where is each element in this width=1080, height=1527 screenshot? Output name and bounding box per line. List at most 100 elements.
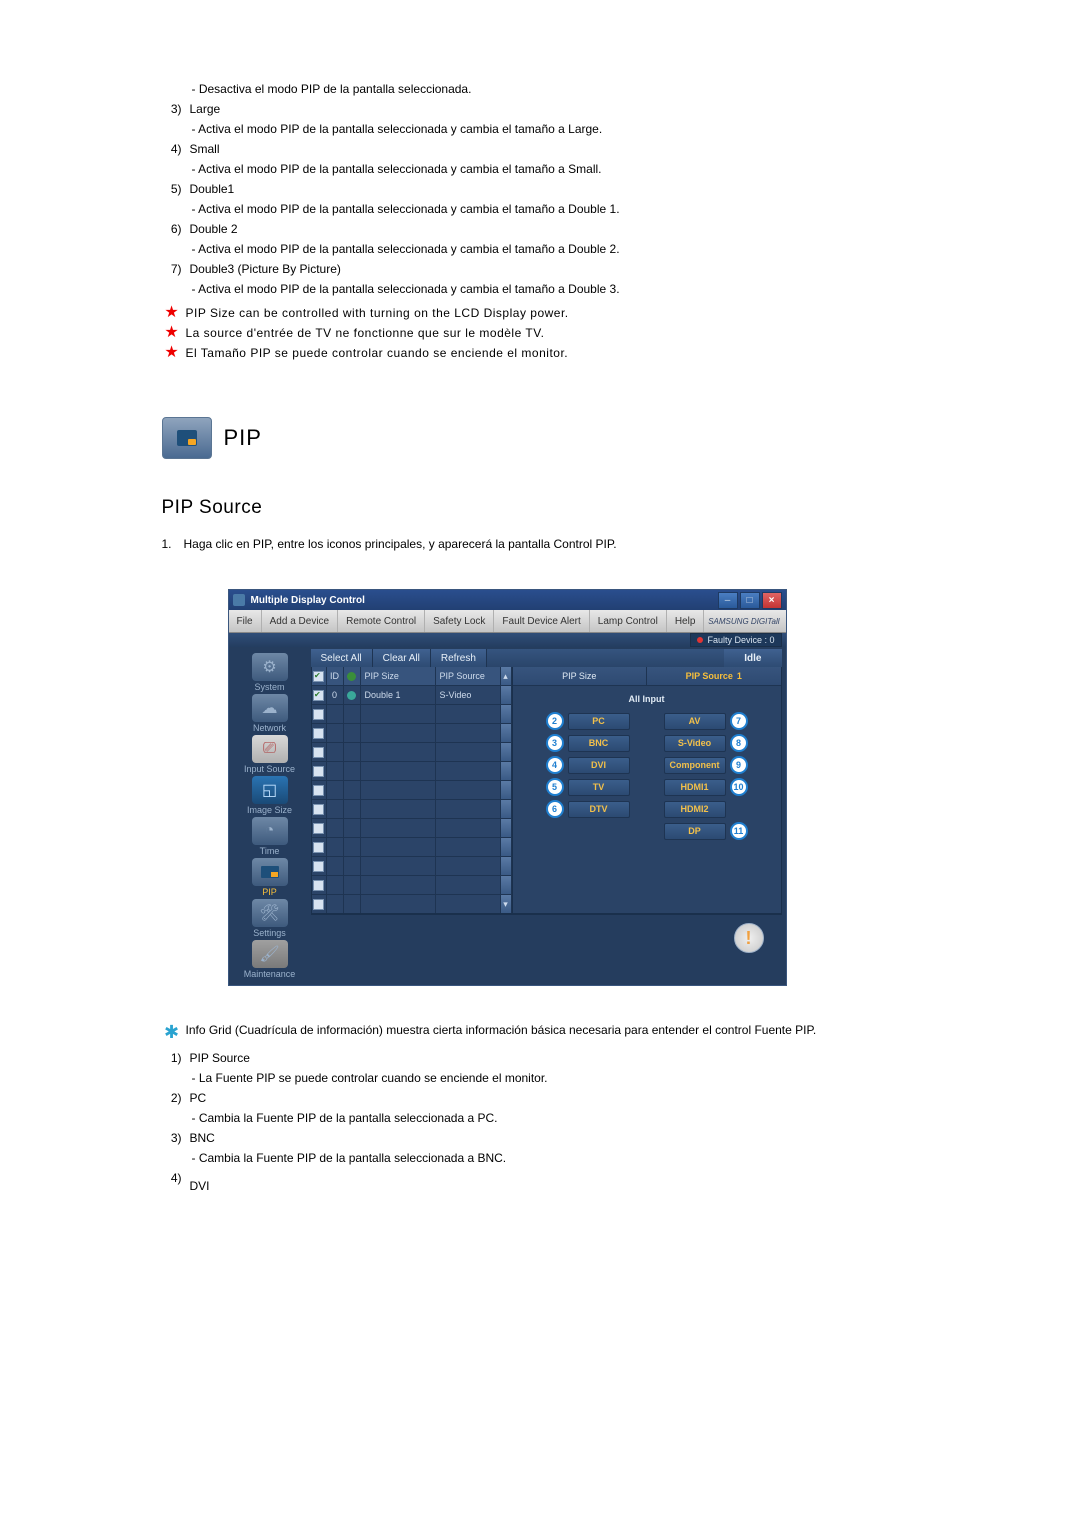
panel-header-pip-size: PIP Size <box>513 667 648 685</box>
refresh-button[interactable]: Refresh <box>431 649 487 667</box>
menu-safety-lock[interactable]: Safety Lock <box>425 610 494 632</box>
scrollbar[interactable] <box>501 686 512 704</box>
menu-add-device[interactable]: Add a Device <box>262 610 338 632</box>
component-button[interactable]: Component <box>664 757 726 774</box>
list-item: 5)Double1 <box>162 180 919 198</box>
menu-file[interactable]: File <box>229 610 262 632</box>
row-checkbox[interactable] <box>313 880 324 891</box>
intro-paragraph: 1. Haga clic en PIP, entre los iconos pr… <box>162 535 919 553</box>
brand-label: SAMSUNG DIGITall <box>708 617 785 626</box>
row-checkbox[interactable] <box>313 728 324 739</box>
pip-source-heading: PIP Source <box>162 497 919 519</box>
bnc-button[interactable]: BNC <box>568 735 630 752</box>
item-desc: - Activa el modo PIP de la pantalla sele… <box>162 200 919 218</box>
callout-badge: 1 <box>737 671 742 681</box>
cell-pip-size: Double 1 <box>361 686 436 704</box>
sidebar-item-settings[interactable]: 🛠Settings <box>235 899 305 938</box>
status-dot-icon <box>697 637 703 643</box>
panel-header-pip-source: PIP Source 1 <box>647 667 781 685</box>
callout-badge: 11 <box>730 822 748 840</box>
list-item: 2)PC <box>162 1089 919 1107</box>
list-item: 3)Large <box>162 100 919 118</box>
callout-badge: 3 <box>546 734 564 752</box>
item-desc: - Cambia la Fuente PIP de la pantalla se… <box>162 1149 919 1167</box>
callout-badge: 7 <box>730 712 748 730</box>
menu-remote-control[interactable]: Remote Control <box>338 610 425 632</box>
dvi-button[interactable]: DVI <box>568 757 630 774</box>
info-note: ✱ Info Grid (Cuadrícula de información) … <box>162 1022 919 1043</box>
callout-badge: 5 <box>546 778 564 796</box>
list-item: 1)PIP Source <box>162 1049 919 1067</box>
dtv-button[interactable]: DTV <box>568 801 630 818</box>
sidebar-item-system[interactable]: ⚙System <box>235 653 305 692</box>
list-item: 4)Small <box>162 140 919 158</box>
star-icon: ✱ <box>162 1022 186 1043</box>
item-desc: - Desactiva el modo PIP de la pantalla s… <box>162 80 919 98</box>
sidebar-item-maintenance[interactable]: 🖌Maintenance <box>235 940 305 979</box>
note: ★ La source d'entrée de TV ne fonctionne… <box>162 324 919 342</box>
col-pip-size: PIP Size <box>361 667 436 685</box>
item-desc: - La Fuente PIP se puede controlar cuand… <box>162 1069 919 1087</box>
callout-badge: 10 <box>730 778 748 796</box>
alert-icon: ! <box>734 923 764 953</box>
list-item: 4)DVI <box>162 1169 919 1195</box>
item-desc: - Activa el modo PIP de la pantalla sele… <box>162 280 919 298</box>
app-icon <box>233 594 245 606</box>
list-item: 7)Double3 (Picture By Picture) <box>162 260 919 278</box>
titlebar: Multiple Display Control – □ × <box>229 590 786 610</box>
row-checkbox[interactable] <box>313 785 324 796</box>
callout-badge: 9 <box>730 756 748 774</box>
clear-all-button[interactable]: Clear All <box>373 649 431 667</box>
row-checkbox[interactable] <box>313 690 324 701</box>
sidebar-item-image-size[interactable]: ◱Image Size <box>235 776 305 815</box>
svideo-button[interactable]: S-Video <box>664 735 726 752</box>
hdmi2-button[interactable]: HDMI2 <box>664 801 726 818</box>
cell-id: 0 <box>327 686 344 704</box>
minimize-button[interactable]: – <box>718 592 738 609</box>
menubar: File Add a Device Remote Control Safety … <box>229 610 786 633</box>
close-button[interactable]: × <box>762 592 782 609</box>
col-id: ID <box>327 667 344 685</box>
row-checkbox[interactable] <box>313 861 324 872</box>
select-all-button[interactable]: Select All <box>311 649 373 667</box>
note: ★ PIP Size can be controlled with turnin… <box>162 304 919 322</box>
sidebar-item-input-source[interactable]: ⎚Input Source <box>235 735 305 774</box>
header-checkbox[interactable] <box>313 671 324 682</box>
cell-pip-source: S-Video <box>436 686 501 704</box>
av-button[interactable]: AV <box>664 713 726 730</box>
menu-lamp-control[interactable]: Lamp Control <box>590 610 667 632</box>
row-checkbox[interactable] <box>313 804 324 815</box>
callout-badge: 6 <box>546 800 564 818</box>
all-input-label: All Input <box>513 686 781 710</box>
tv-button[interactable]: TV <box>568 779 630 796</box>
row-checkbox[interactable] <box>313 747 324 758</box>
star-icon: ★ <box>162 324 186 342</box>
hdmi1-button[interactable]: HDMI1 <box>664 779 726 796</box>
pip-icon <box>162 417 212 459</box>
idle-status: Idle <box>724 649 781 667</box>
row-checkbox[interactable] <box>313 766 324 777</box>
menu-fault-alert[interactable]: Fault Device Alert <box>494 610 589 632</box>
sidebar-item-time[interactable]: ◔Time <box>235 817 305 856</box>
maximize-button[interactable]: □ <box>740 592 760 609</box>
menu-help[interactable]: Help <box>667 610 705 632</box>
callout-badge: 4 <box>546 756 564 774</box>
dp-button[interactable]: DP <box>664 823 726 840</box>
list-item: 3)BNC <box>162 1129 919 1147</box>
star-icon: ★ <box>162 344 186 362</box>
row-checkbox[interactable] <box>313 709 324 720</box>
row-checkbox[interactable] <box>313 899 324 910</box>
scroll-up[interactable]: ▴ <box>501 667 512 685</box>
item-desc: - Activa el modo PIP de la pantalla sele… <box>162 160 919 178</box>
row-checkbox[interactable] <box>313 823 324 834</box>
list-item: 6)Double 2 <box>162 220 919 238</box>
status-icon <box>347 672 356 681</box>
scroll-down[interactable]: ▾ <box>501 895 512 913</box>
info-panel: PIP Size PIP Source 1 All Input 2PC AV7 <box>513 667 782 914</box>
sidebar: ⚙System ☁Network ⎚Input Source ◱Image Si… <box>229 647 311 985</box>
faulty-device-status: Faulty Device : 0 <box>690 633 781 647</box>
row-checkbox[interactable] <box>313 842 324 853</box>
sidebar-item-network[interactable]: ☁Network <box>235 694 305 733</box>
sidebar-item-pip[interactable]: PIP <box>235 858 305 897</box>
pc-button[interactable]: PC <box>568 713 630 730</box>
